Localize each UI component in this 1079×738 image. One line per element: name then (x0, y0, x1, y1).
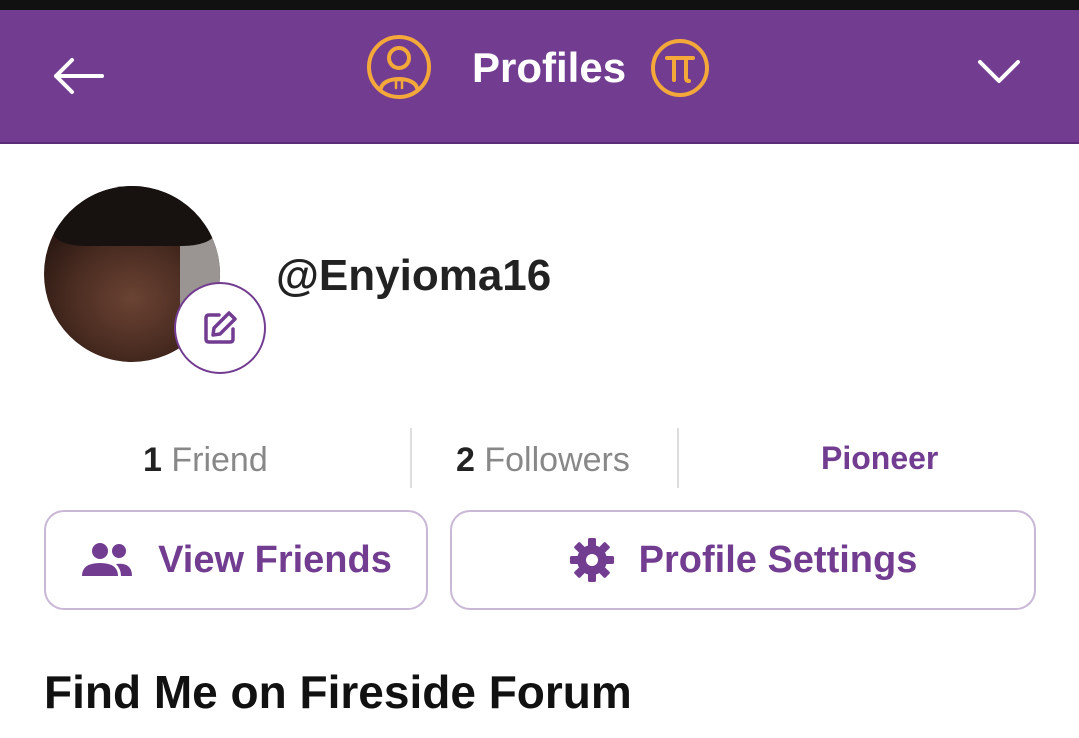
friends-count: 1 (143, 441, 162, 479)
pencil-square-icon (204, 311, 237, 344)
app-header: Profiles (0, 10, 1079, 144)
pi-coin-icon[interactable] (650, 38, 710, 98)
edit-avatar-button[interactable] (174, 282, 266, 374)
menu-dropdown-button[interactable] (968, 42, 1030, 102)
people-icon (82, 543, 133, 576)
gear-icon (569, 538, 614, 582)
avatar-hair (54, 186, 214, 246)
stat-divider (677, 428, 679, 488)
view-friends-button[interactable]: View Friends (44, 510, 428, 610)
friends-stat: 1 Friend (143, 438, 268, 482)
followers-count: 2 (456, 441, 475, 479)
profile-settings-label: Profile Settings (638, 538, 918, 581)
chevron-down-icon (978, 60, 1020, 83)
followers-stat: 2 Followers (456, 438, 630, 482)
section-title: Find Me on Fireside Forum (44, 666, 632, 718)
arrow-left-icon (54, 58, 104, 94)
view-friends-label: View Friends (158, 538, 392, 581)
status-bar-strip (0, 0, 1079, 10)
stat-divider (410, 428, 412, 488)
role-badge: Pioneer (821, 440, 939, 476)
profile-settings-button[interactable]: Profile Settings (450, 510, 1036, 610)
username: @Enyioma16 (276, 251, 552, 300)
user-pi-circle-icon (367, 35, 431, 99)
page-title: Profiles (472, 44, 627, 91)
followers-label: Followers (484, 441, 630, 479)
friends-label: Friend (171, 441, 268, 479)
back-button[interactable] (46, 48, 108, 104)
